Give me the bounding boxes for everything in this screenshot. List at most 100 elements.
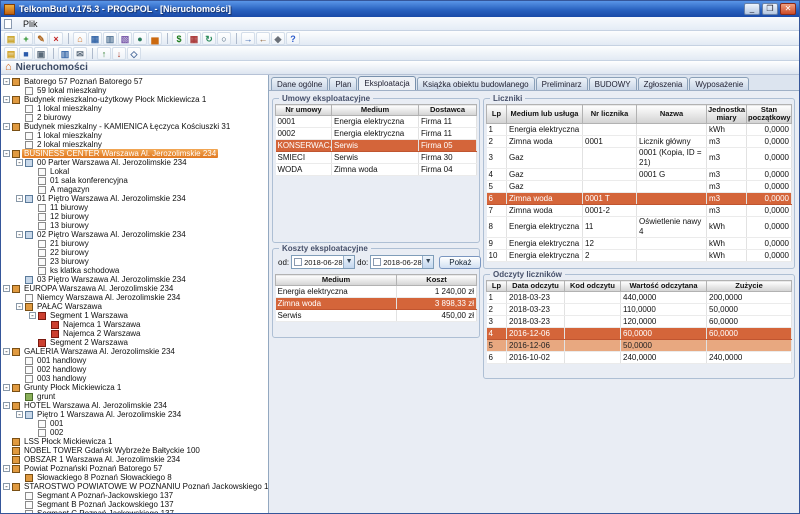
tab-wyposażenie[interactable]: Wyposażenie (689, 77, 749, 90)
tree-expander-icon[interactable]: - (3, 483, 10, 490)
tree-expander-icon[interactable]: - (16, 195, 23, 202)
contracts-icon[interactable]: ▧ (118, 32, 132, 45)
table-row[interactable]: 32018-03-23120,000060,0000 (487, 316, 792, 328)
tree-item[interactable]: Najemca 2 Warszawa (1, 329, 268, 338)
tree-expander-icon[interactable]: - (29, 312, 36, 319)
money-icon[interactable]: $ (172, 32, 186, 45)
chart-icon[interactable]: ▅ (148, 32, 162, 45)
table-row[interactable]: 1Energia elektrycznakWh0,0000 (487, 124, 792, 136)
tree-item[interactable]: 003 handlowy (1, 374, 268, 383)
tree-item[interactable]: 13 biurowy (1, 221, 268, 230)
tree-item[interactable]: -Powiat Poznański Poznań Batorego 57 (1, 464, 268, 473)
column-header-koszt[interactable]: Koszt (397, 275, 477, 286)
table-row[interactable]: Energia elektryczna1 240,00 zł (276, 286, 477, 298)
calendar-icon[interactable]: ▦ (187, 32, 201, 45)
tree-item[interactable]: Słowackiego 8 Poznań Słowackiego 8 (1, 473, 268, 482)
meters-icon[interactable]: ● (133, 32, 147, 45)
export-icon[interactable]: → (241, 32, 255, 45)
column-header-medium[interactable]: Medium (332, 105, 419, 116)
tree-item[interactable]: ks klatka schodowa (1, 266, 268, 275)
settings-icon[interactable]: ◆ (271, 32, 285, 45)
save-icon[interactable]: ■ (19, 47, 33, 60)
tab-książka-obiektu-budowlanego[interactable]: Książka obiektu budowlanego (417, 77, 535, 90)
od-date-input[interactable]: 2018-06-28 ▼ (291, 255, 355, 269)
table-row[interactable]: 52016-12-0650,0000 (487, 340, 792, 352)
tree-expander-icon[interactable]: - (3, 465, 10, 472)
tree-item[interactable]: -Segment 1 Warszawa (1, 311, 268, 320)
column-header-medium[interactable]: Medium (276, 275, 397, 286)
tree-expander-icon[interactable]: - (3, 150, 10, 157)
table-row[interactable]: 22018-03-23110,000050,0000 (487, 304, 792, 316)
documents-icon[interactable]: ▥ (103, 32, 117, 45)
edit-icon[interactable]: ✎ (34, 32, 48, 45)
column-header-kod-odczytu[interactable]: Kod odczytu (565, 281, 621, 292)
tree-item[interactable]: 001 (1, 419, 268, 428)
mail-icon[interactable]: ✉ (73, 47, 87, 60)
tree-item[interactable]: NOBEL TOWER Gdańsk Wybrzeże Bałtyckie 10… (1, 446, 268, 455)
tree-item[interactable]: LSS Płock Mickiewicza 1 (1, 437, 268, 446)
print-icon[interactable]: ▣ (34, 47, 48, 60)
tree-item[interactable]: 21 biurowy (1, 239, 268, 248)
refresh-icon[interactable]: ↻ (202, 32, 216, 45)
od-date-checkbox[interactable] (294, 258, 302, 266)
column-header-wartość-odczytana[interactable]: Wartość odczytana (621, 281, 707, 292)
tree-item[interactable]: 12 biurowy (1, 212, 268, 221)
column-header-dostawca[interactable]: Dostawca (419, 105, 477, 116)
tab-budowy[interactable]: BUDOWY (589, 77, 637, 90)
tree-expander-icon[interactable]: - (3, 78, 10, 85)
chevron-down-icon[interactable]: ▼ (343, 256, 354, 268)
tab-eksploatacja[interactable]: Eksploatacja (358, 76, 415, 90)
table-row[interactable]: 0002Energia elektrycznaFirma 11 (276, 128, 477, 140)
copy-icon[interactable]: ▥ (58, 47, 72, 60)
column-header-stan-początkowy[interactable]: Stan początkowy (747, 105, 792, 124)
buildings-icon[interactable]: ⌂ (73, 32, 87, 45)
tree-item[interactable]: -Budynek mieszkalny - KAMIENICA Łęczyca … (1, 122, 268, 131)
table-row[interactable]: 4Gaz0001 Gm30,0000 (487, 169, 792, 181)
do-date-checkbox[interactable] (373, 258, 381, 266)
table-row[interactable]: 8Energia elektryczna11Oświetlenie nawy 4… (487, 217, 792, 238)
tree-expander-icon[interactable]: - (3, 384, 10, 391)
column-header-medium-lub-usługa[interactable]: Medium lub usługa (507, 105, 583, 124)
tab-zgłoszenia[interactable]: Zgłoszenia (638, 77, 689, 90)
column-header-lp[interactable]: Lp (487, 281, 507, 292)
tree-item[interactable]: 11 biurowy (1, 203, 268, 212)
tree-item[interactable]: -02 Piętro Warszawa Al. Jerozolimskie 23… (1, 230, 268, 239)
tree-expander-icon[interactable]: - (16, 231, 23, 238)
table-row[interactable]: Serwis450,00 zł (276, 310, 477, 322)
close-button[interactable]: ✕ (780, 3, 796, 15)
column-header-jednostka-miary[interactable]: Jednostka miary (707, 105, 747, 124)
pokaz-button[interactable]: Pokaż (439, 256, 481, 269)
tree-item[interactable]: 22 biurowy (1, 248, 268, 257)
column-header-lp[interactable]: Lp (487, 105, 507, 124)
tree-expander-icon[interactable]: - (3, 285, 10, 292)
table-row[interactable]: 6Zimna woda0001 Tm30,0000 (487, 193, 792, 205)
tree-item[interactable]: 59 lokal mieszkalny (1, 86, 268, 95)
tree-item[interactable]: OBSZAR 1 Warszawa Al. Jerozolimskie 234 (1, 455, 268, 464)
tree-item[interactable]: -Grunty Płock Mickiewicza 1 (1, 383, 268, 392)
table-row[interactable]: 0001Energia elektrycznaFirma 11 (276, 116, 477, 128)
tree-item[interactable]: grunt (1, 392, 268, 401)
tree-item[interactable]: 23 biurowy (1, 257, 268, 266)
tree-item[interactable]: -PAŁAC Warszawa (1, 302, 268, 311)
table-row[interactable]: 12018-03-23440,0000200,0000 (487, 292, 792, 304)
tree-item[interactable]: -STAROSTWO POWIATOWE W POZNANIU Poznań J… (1, 482, 268, 491)
column-header-nazwa[interactable]: Nazwa (637, 105, 707, 124)
table-row[interactable]: 10Energia elektryczna2kWh0,0000 (487, 250, 792, 262)
table-row[interactable]: 3Gaz0001 (Kopia, ID = 21)m30,0000 (487, 148, 792, 169)
table-row[interactable]: SMIECISerwisFirma 30 (276, 152, 477, 164)
table-row[interactable]: 42016-12-0660,000060,0000 (487, 328, 792, 340)
tab-dane-ogólne[interactable]: Dane ogólne (271, 77, 328, 90)
tree-expander-icon[interactable]: - (3, 348, 10, 355)
tree-item[interactable]: Lokal (1, 167, 268, 176)
tree-item[interactable]: 1 lokal mieszkalny (1, 131, 268, 140)
column-header-zużycie[interactable]: Zużycie (707, 281, 792, 292)
tree-item[interactable]: Segmant C Poznań Jackowskiego 137 (1, 509, 268, 513)
tree-item[interactable]: Segment 2 Warszawa (1, 338, 268, 347)
maximize-button[interactable]: ❐ (762, 3, 778, 15)
column-header-data-odczytu[interactable]: Data odczytu (507, 281, 565, 292)
table-row[interactable]: 9Energia elektryczna12kWh0,0000 (487, 238, 792, 250)
column-header-nr-umowy[interactable]: Nr umowy (276, 105, 332, 116)
table-row[interactable]: 5Gazm30,0000 (487, 181, 792, 193)
tree-item[interactable]: 002 (1, 428, 268, 437)
tree-item[interactable]: -01 Piętro Warszawa Al. Jerozolimskie 23… (1, 194, 268, 203)
